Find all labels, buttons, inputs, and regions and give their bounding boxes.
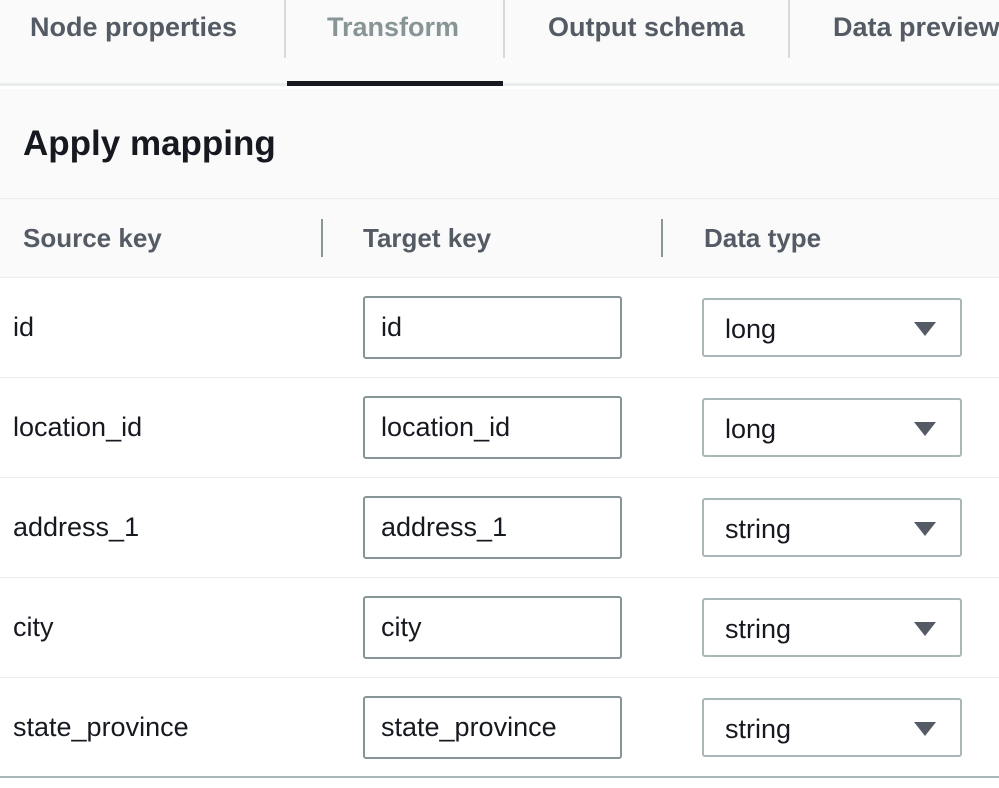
mapping-table-body: id long location_id long address_1 strin… bbox=[0, 278, 999, 778]
data-type-value: long bbox=[725, 414, 777, 444]
source-key-cell: address_1 bbox=[13, 512, 140, 542]
data-type-value: string bbox=[725, 714, 792, 744]
caret-down-icon bbox=[914, 322, 936, 336]
table-row: address_1 string bbox=[0, 478, 999, 578]
tab-output-schema[interactable]: Output schema bbox=[548, 0, 745, 86]
section-header: Apply mapping bbox=[0, 89, 999, 199]
column-header-target-key: Target key bbox=[363, 223, 492, 253]
target-key-input[interactable] bbox=[363, 596, 622, 659]
caret-down-icon bbox=[914, 722, 936, 736]
active-tab-indicator bbox=[287, 81, 503, 86]
target-key-input[interactable] bbox=[363, 396, 622, 459]
data-type-select[interactable]: string bbox=[702, 498, 962, 557]
table-row: city string bbox=[0, 578, 999, 678]
data-type-select[interactable]: string bbox=[702, 598, 962, 657]
data-type-select[interactable]: long bbox=[702, 398, 962, 457]
source-key-cell: location_id bbox=[13, 412, 143, 442]
tab-node-properties[interactable]: Node properties bbox=[30, 0, 237, 86]
table-header: Source key Target key Data type bbox=[0, 199, 999, 278]
caret-down-icon bbox=[914, 422, 936, 436]
tab-data-preview[interactable]: Data preview bbox=[833, 0, 999, 86]
data-type-value: string bbox=[725, 614, 792, 644]
data-type-value: long bbox=[725, 314, 777, 344]
source-key-cell: id bbox=[13, 312, 35, 342]
table-row: id long bbox=[0, 278, 999, 378]
column-resizer[interactable] bbox=[321, 219, 323, 257]
tab-bar: Node properties Transform Output schema … bbox=[0, 0, 999, 86]
tab-divider bbox=[503, 0, 505, 58]
tab-transform[interactable]: Transform bbox=[327, 0, 459, 86]
target-key-input[interactable] bbox=[363, 496, 622, 559]
data-type-select[interactable]: long bbox=[702, 298, 962, 357]
section-title: Apply mapping bbox=[23, 124, 276, 163]
column-header-source-key: Source key bbox=[23, 223, 162, 253]
target-key-input[interactable] bbox=[363, 696, 622, 759]
data-type-select[interactable]: string bbox=[702, 698, 962, 757]
caret-down-icon bbox=[914, 522, 936, 536]
tab-divider bbox=[788, 0, 790, 58]
data-type-value: string bbox=[725, 514, 792, 544]
tab-divider bbox=[284, 0, 286, 58]
source-key-cell: state_province bbox=[13, 712, 189, 742]
panel-bottom bbox=[0, 778, 999, 788]
table-row: state_province string bbox=[0, 678, 999, 778]
column-resizer[interactable] bbox=[661, 219, 663, 257]
caret-down-icon bbox=[914, 622, 936, 636]
source-key-cell: city bbox=[13, 612, 54, 642]
table-row: location_id long bbox=[0, 378, 999, 478]
column-header-data-type: Data type bbox=[704, 223, 822, 253]
target-key-input[interactable] bbox=[363, 296, 622, 359]
